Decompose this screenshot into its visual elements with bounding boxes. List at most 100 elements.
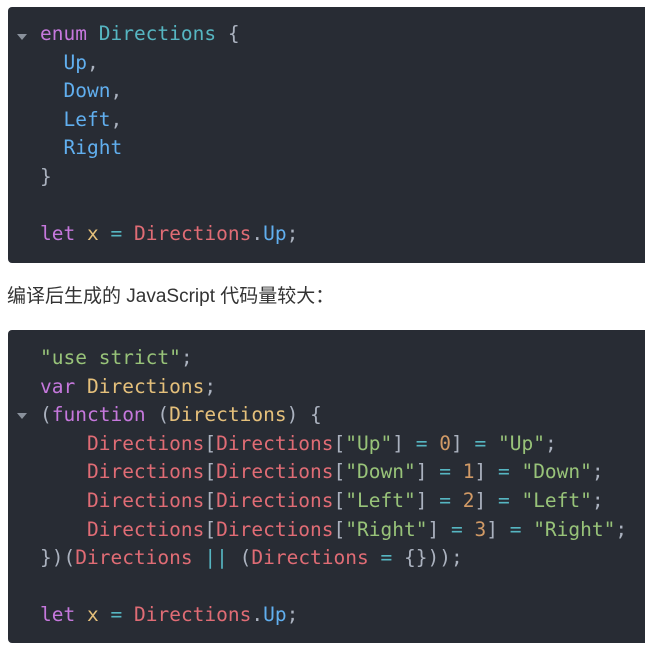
code-token: } [40, 165, 52, 188]
code-token: Directions [86, 489, 205, 512]
code-token: || [204, 546, 228, 570]
code-token: [ [204, 431, 217, 455]
code-token: Up [263, 222, 287, 246]
code-token: "Right" [345, 517, 428, 541]
code-token: Directions [251, 546, 369, 570]
code-token: ] [392, 431, 416, 455]
code-token: Directions [86, 517, 205, 541]
code-token: ; [286, 222, 299, 246]
code-token: Down [63, 79, 111, 103]
code-token: Directions [86, 374, 205, 398]
code-line: (function (Directions) { [40, 400, 322, 429]
code-line: enum Directions { [40, 19, 240, 48]
code-token: Up [63, 50, 87, 74]
code-token: Directions [216, 460, 334, 484]
code-line: Right [40, 133, 122, 162]
code-token: [ [333, 489, 346, 512]
code-token: [ [333, 517, 346, 541]
code-token: ] [415, 489, 440, 512]
code-token: = [439, 489, 451, 512]
code-token: ) { [286, 403, 322, 427]
code-line: Directions[Directions["Up"] = 0] = "Up"; [40, 429, 557, 458]
code-token: = [474, 431, 487, 455]
code-line: let x = Directions.Up; [40, 219, 298, 248]
code-token: = [415, 431, 428, 455]
fold-toggle-icon[interactable] [17, 34, 27, 40]
code-token: Directions [86, 431, 205, 455]
code-token: Directions [75, 546, 193, 570]
code-token: "Down" [521, 460, 592, 484]
code-token: Left [63, 107, 111, 131]
code-line: Directions[Directions["Right"] = 3] = "R… [40, 515, 627, 544]
code-token: 2 [462, 489, 475, 512]
code-token: ] [450, 431, 475, 455]
code-token: 1 [462, 460, 475, 484]
code-token: . [251, 222, 264, 246]
code-token: , [110, 79, 123, 103]
code-token: "Left" [345, 489, 416, 512]
code-line: Directions[Directions["Down"] = 1] = "Do… [40, 457, 604, 486]
fold-toggle-icon[interactable] [17, 413, 27, 419]
code-token: [ [204, 517, 217, 541]
code-token: Directions [169, 403, 287, 427]
code-token: x [86, 222, 99, 246]
code-token: var [40, 374, 76, 398]
code-token: let [40, 603, 76, 627]
code-token: = [380, 546, 393, 570]
code-token: . [251, 603, 264, 627]
code-line: let x = Directions.Up; [40, 600, 298, 629]
code-token: Directions [216, 431, 334, 455]
code-line: var Directions; [40, 372, 216, 401]
code-line: } [40, 162, 52, 191]
code-token: ] [427, 517, 451, 541]
caption-text: 编译后生成的 JavaScript 代码量较大： [7, 286, 335, 307]
code-token: = [450, 517, 463, 541]
code-token: "Right" [533, 517, 616, 541]
code-line: })(Directions || (Directions = {})); [40, 543, 463, 572]
code-token: ; [591, 460, 604, 484]
code-token: Directions [98, 22, 217, 45]
code-token: Directions [216, 517, 334, 541]
code-token: ( [40, 403, 52, 427]
code-token: [ [204, 460, 217, 484]
code-token: 0 [439, 431, 451, 455]
code-token: Directions [86, 460, 205, 484]
code-token: , [86, 50, 99, 74]
code-token: "Left" [521, 489, 592, 512]
code-token: Directions [216, 489, 334, 512]
code-token: Up [263, 603, 287, 627]
code-line: Left, [40, 105, 122, 134]
code-token: [ [204, 489, 217, 512]
code-token: ; [591, 489, 604, 512]
code-token: = [439, 460, 451, 484]
code-token: function [51, 403, 146, 427]
code-line: Up, [40, 48, 99, 77]
code-token: {})); [392, 546, 463, 570]
code-token: , [110, 107, 123, 131]
code-token: let [40, 222, 76, 246]
code-token: ] [474, 460, 498, 484]
code-token: })( [40, 546, 76, 570]
code-token: = [497, 460, 510, 484]
